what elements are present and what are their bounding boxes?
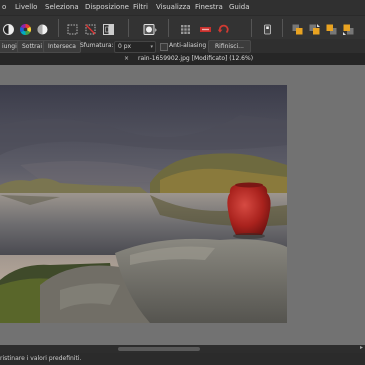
feather-value: 0 px [118, 43, 132, 50]
refine-button[interactable]: Rifinisci... [208, 40, 251, 53]
menu-item-visualizza[interactable]: Visualizza [156, 0, 190, 15]
document-tab-title[interactable]: rain-1659902.jpg [Modificato] (12.6%) [138, 53, 253, 65]
horizontal-scrollbar[interactable]: ▸ [0, 344, 365, 353]
context-toolbar: iungi Sottrai Interseca Sfumatura: 0 px … [0, 39, 365, 53]
menu-item-livello[interactable]: Livello [15, 0, 37, 15]
toolbar-separator [128, 19, 129, 37]
toolbar-separator [282, 19, 283, 37]
menu-item-partial[interactable]: o [2, 0, 6, 15]
status-text: ristinare i valori predefiniti. [0, 355, 82, 362]
arrange-backward-icon[interactable] [325, 21, 338, 35]
toolbar-separator [58, 19, 59, 37]
intersect-selection-button[interactable]: Interseca [43, 40, 81, 53]
main-toolbar [0, 15, 365, 41]
menu-bar: o Livello Seleziona Disposizione Filtri … [0, 0, 365, 15]
layer-mask-icon[interactable] [142, 21, 158, 35]
arrange-front-icon[interactable] [291, 21, 304, 35]
marquee-icon[interactable] [66, 21, 79, 35]
document-canvas[interactable] [0, 85, 287, 323]
menu-item-guida[interactable]: Guida [229, 0, 250, 15]
menu-item-disposizione[interactable]: Disposizione [85, 0, 129, 15]
arrange-back-icon[interactable] [342, 21, 355, 35]
status-bar: ristinare i valori predefiniti. [0, 353, 365, 365]
toolbar-separator [168, 19, 169, 37]
canvas-workspace[interactable] [0, 65, 365, 345]
scrollbar-thumb[interactable] [118, 347, 200, 351]
mask-icon[interactable] [261, 21, 274, 35]
brightness-icon[interactable] [2, 21, 15, 35]
invert-selection-icon[interactable] [102, 21, 115, 35]
antialias-label: Anti-aliasing [169, 42, 207, 49]
menu-item-finestra[interactable]: Finestra [195, 0, 223, 15]
menu-item-filtri[interactable]: Filtri [133, 0, 148, 15]
white-balance-icon[interactable] [36, 21, 49, 35]
scroll-right-icon[interactable]: ▸ [360, 344, 363, 351]
grid-icon[interactable] [179, 21, 192, 34]
photo-image [0, 85, 287, 323]
document-tab-bar: × rain-1659902.jpg [Modificato] (12.6%) [0, 53, 365, 65]
menu-item-seleziona[interactable]: Seleziona [45, 0, 79, 15]
close-tab-icon[interactable]: × [124, 53, 129, 65]
snapping-icon[interactable] [199, 21, 212, 34]
undo-redo-icon[interactable] [217, 21, 230, 34]
feather-input[interactable]: 0 px ▾ [114, 41, 156, 53]
feather-label: Sfumatura: [80, 42, 114, 49]
color-wheel-icon[interactable] [19, 21, 32, 36]
no-selection-icon[interactable] [84, 21, 97, 35]
chevron-down-icon[interactable]: ▾ [150, 42, 153, 52]
antialias-checkbox[interactable] [160, 43, 168, 51]
arrange-forward-icon[interactable] [308, 21, 321, 35]
toolbar-separator [251, 19, 252, 37]
